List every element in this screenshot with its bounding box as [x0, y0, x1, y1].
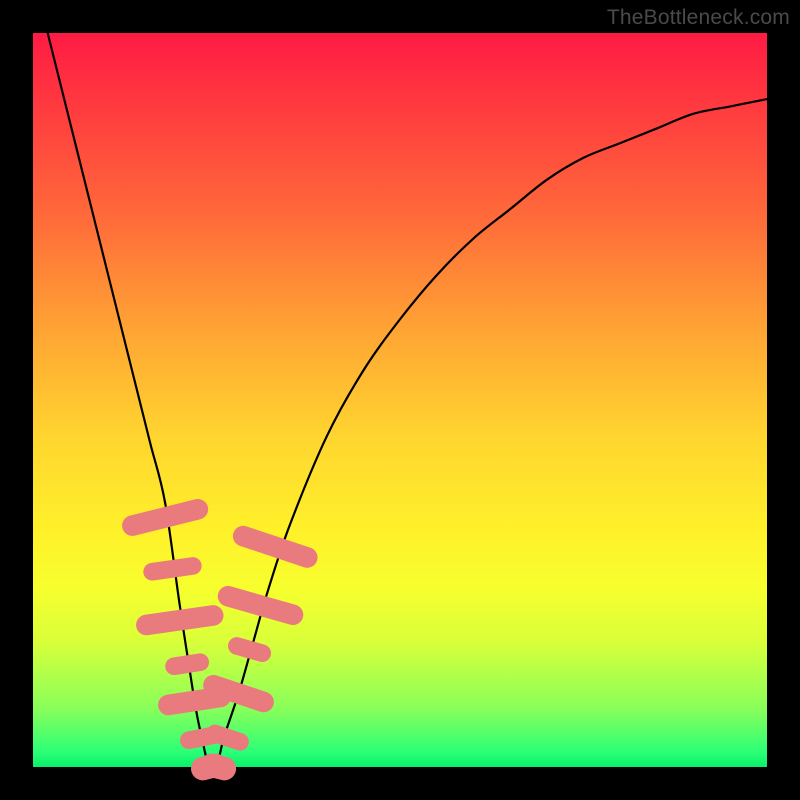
- curve-marker: [226, 635, 273, 664]
- curve-marker: [215, 584, 305, 628]
- curve-marker: [230, 523, 320, 570]
- watermark-text: TheBottleneck.com: [607, 6, 790, 30]
- marker-cluster: [120, 497, 320, 783]
- curve-marker: [164, 652, 210, 676]
- curve-svg: [33, 33, 767, 767]
- chart-frame: TheBottleneck.com: [0, 0, 800, 800]
- plot-area: [33, 33, 767, 767]
- bottleneck-curve: [48, 33, 767, 771]
